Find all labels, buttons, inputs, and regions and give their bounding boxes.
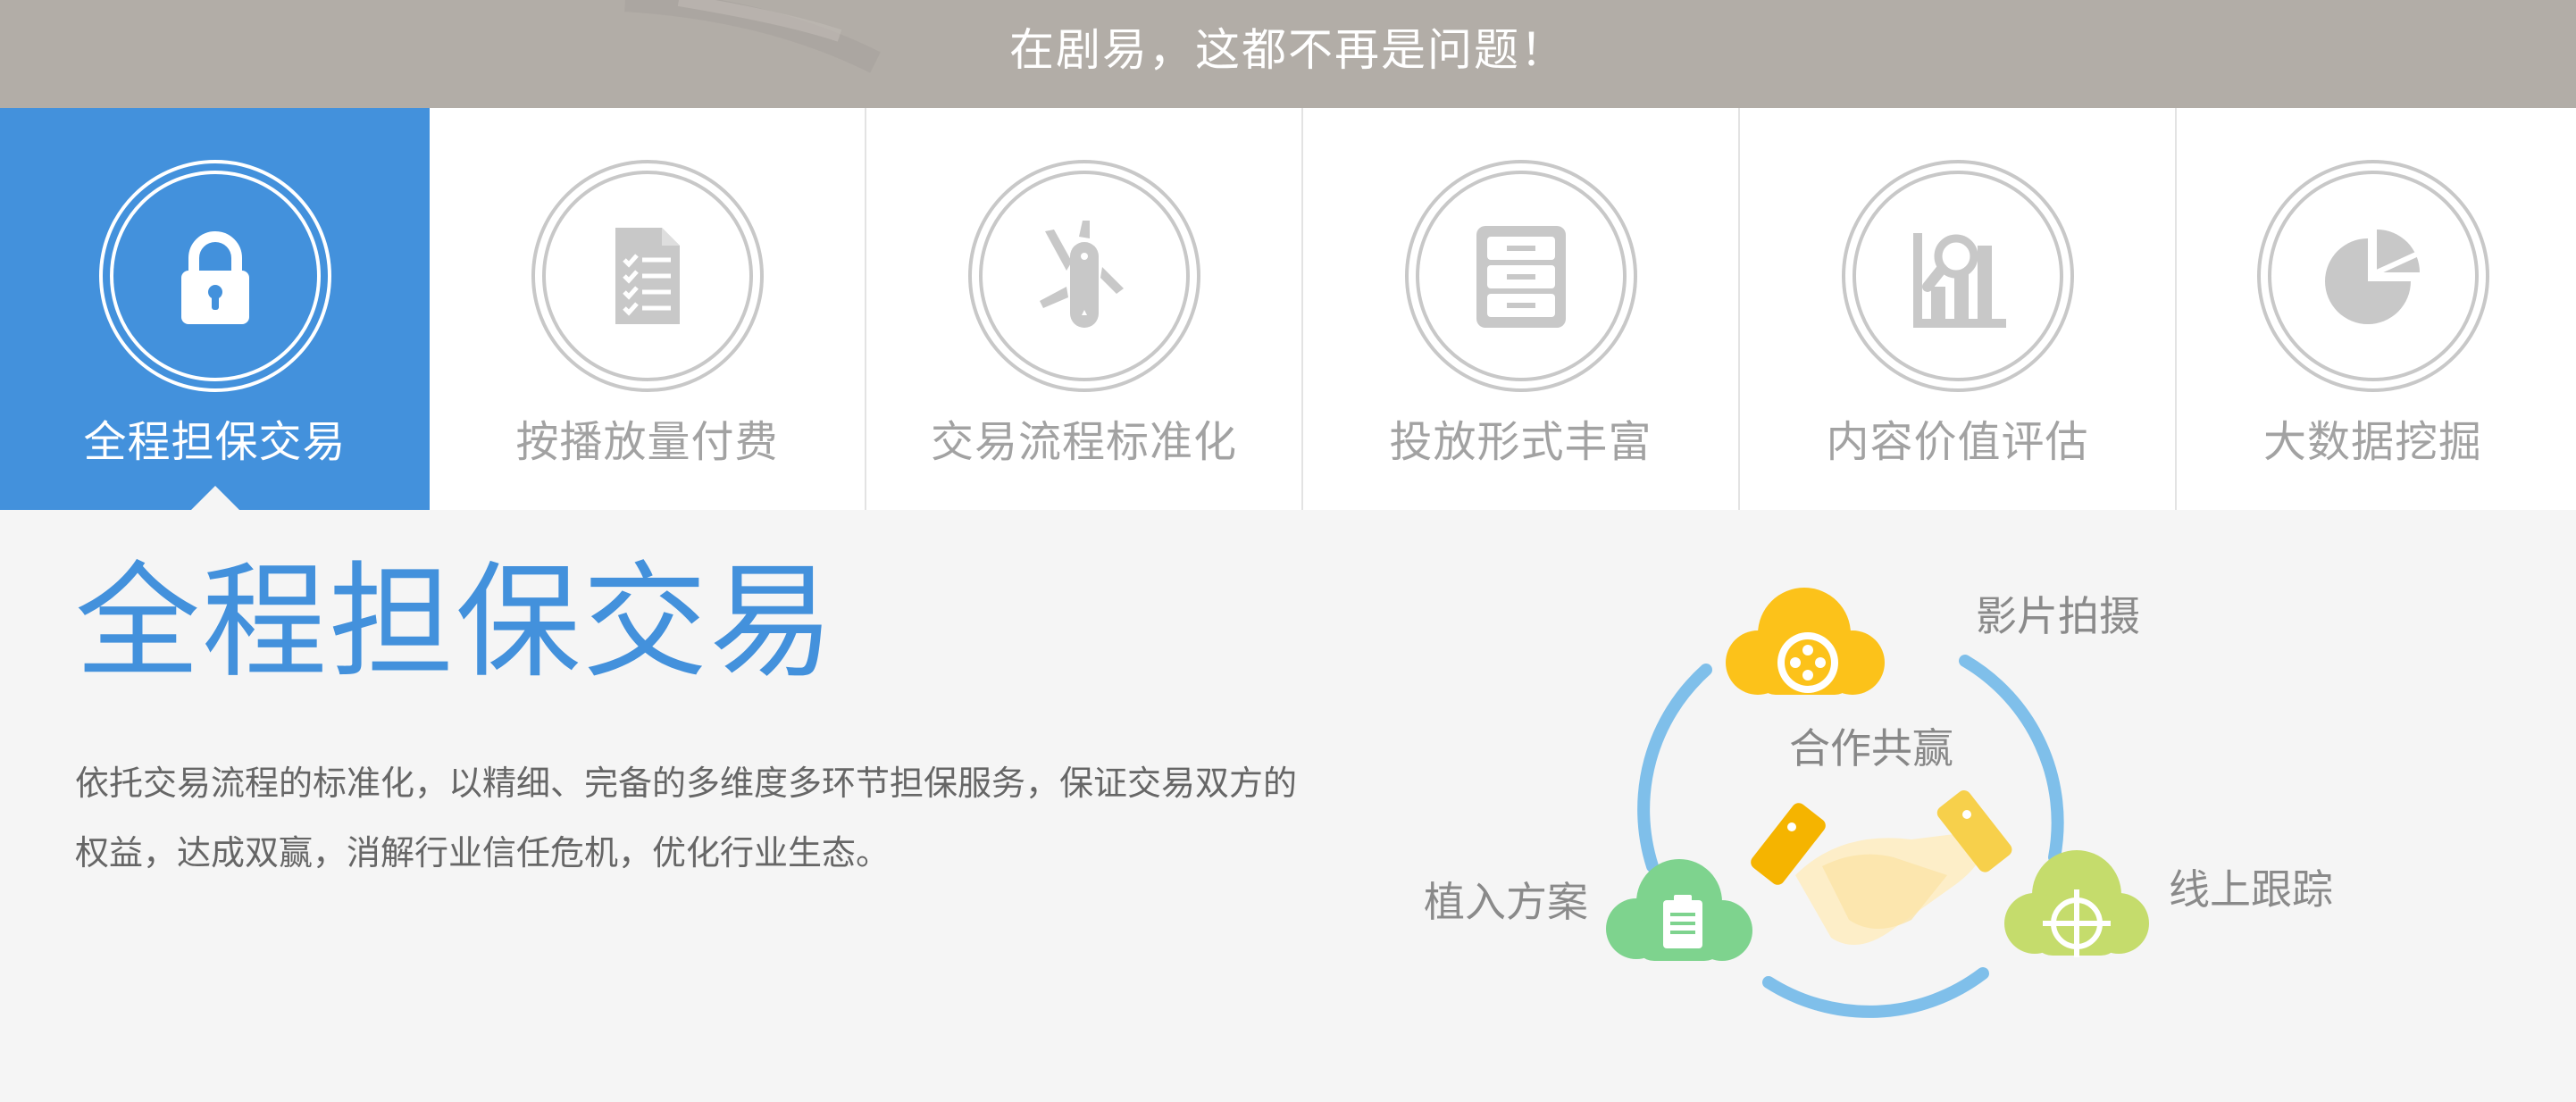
tab-label: 按播放量付费 (515, 417, 779, 467)
section-description: 依托交易流程的标准化，以精细、完备的多维度多环节担保服务，保证交易双方的权益，达… (75, 764, 1298, 872)
feature-tabs: 全程担保交易 按播放量付费 交易流程标准化 投放形式丰富 内容价值评估 大数据挖… (0, 108, 2576, 511)
swiss-knife-icon (1039, 221, 1124, 328)
handshake-icon (1751, 790, 2012, 945)
tab-label: 内容价值评估 (1826, 417, 2089, 467)
top-banner: 在剧易，这都不再是问题！ (0, 0, 2576, 108)
section-title: 全程担保交易 (75, 550, 837, 696)
tab-pay-per-view[interactable]: 按播放量付费 (430, 108, 866, 510)
lock-icon (180, 231, 249, 324)
checklist-document-icon (615, 228, 680, 324)
tab-label: 交易流程标准化 (930, 417, 1237, 467)
tab-rich-formats[interactable]: 投放形式丰富 (1303, 108, 1740, 510)
clipboard-cloud-icon (1606, 859, 1752, 961)
tab-label: 投放形式丰富 (1389, 417, 1652, 467)
active-tab-caret (189, 486, 240, 511)
tab-big-data-mining[interactable]: 大数据挖掘 (2177, 108, 2569, 510)
cooperation-diagram: 合作共赢 影片拍摄 植入方案 线上跟踪 (1411, 563, 2394, 1027)
chart-magnifier-icon (1912, 233, 2006, 328)
ring-arc-left (1637, 664, 1712, 872)
right-label: 线上跟踪 (2169, 865, 2333, 914)
film-cloud-icon (1726, 588, 1885, 695)
tab-guaranteed-transaction[interactable]: 全程担保交易 (0, 108, 430, 511)
ring-arc-bottom (1762, 967, 1989, 1018)
tab-label: 大数据挖掘 (2262, 417, 2482, 467)
cycle-illustration (1606, 588, 2149, 1018)
target-cloud-icon (2004, 850, 2149, 957)
banner-slogan: 在剧易，这都不再是问题！ (1009, 24, 1567, 76)
center-label: 合作共赢 (1789, 724, 1953, 772)
pie-chart-icon (2324, 230, 2420, 324)
tab-content-evaluation[interactable]: 内容价值评估 (1740, 108, 2177, 510)
cabinet-icon (1476, 226, 1566, 328)
top-label: 影片拍摄 (1976, 592, 2140, 640)
tab-label: 全程担保交易 (83, 417, 347, 467)
tab-standardized-process[interactable]: 交易流程标准化 (866, 108, 1303, 510)
left-label: 植入方案 (1424, 878, 1588, 926)
